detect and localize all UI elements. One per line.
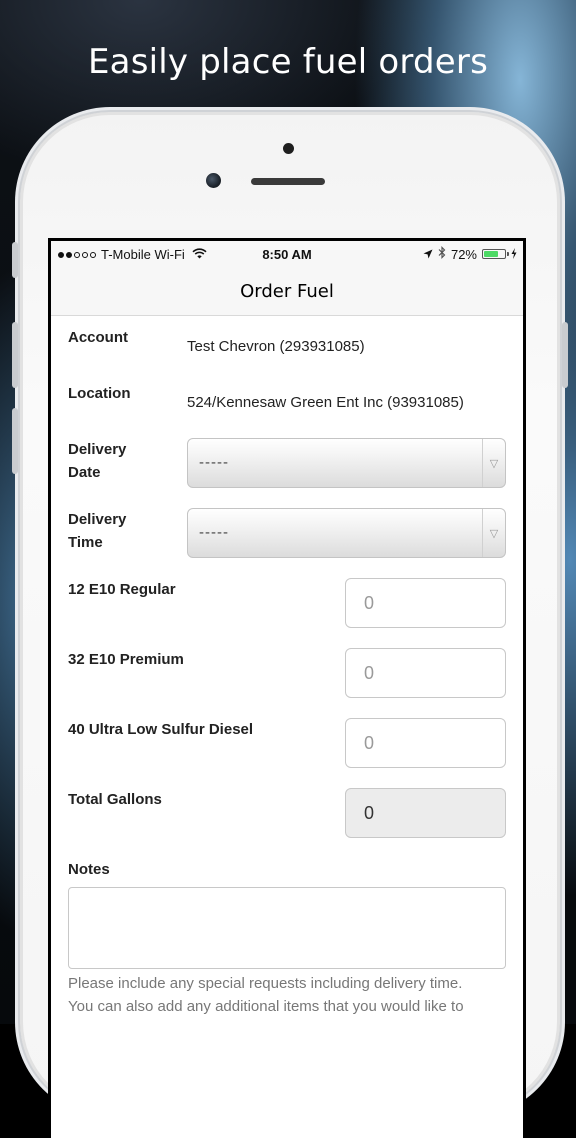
regular-quantity-input[interactable] (345, 578, 506, 628)
earpiece-speaker (251, 178, 325, 185)
premium-quantity-input[interactable] (345, 648, 506, 698)
battery-percent: 72% (450, 246, 477, 262)
chevron-down-icon: ▽ (482, 509, 505, 557)
front-camera (206, 173, 221, 188)
notes-textarea[interactable] (68, 887, 506, 969)
delivery-time-selected: ----- (199, 524, 229, 541)
total-row: Total Gallons 0 (68, 788, 506, 838)
product-row-regular: 12 E10 Regular (68, 578, 506, 628)
power-button (562, 322, 568, 388)
nav-bar: Order Fuel (51, 267, 523, 316)
notes-help-text: Please include any special requests incl… (68, 975, 464, 1015)
delivery-time-select[interactable]: ----- ▽ (187, 508, 506, 558)
status-bar: T-Mobile Wi-Fi 8:50 AM 72% (51, 241, 523, 267)
delivery-date-select[interactable]: ----- ▽ (187, 438, 506, 488)
bluetooth-icon (438, 246, 446, 262)
product-row-premium: 32 E10 Premium (68, 648, 506, 698)
battery-icon (482, 249, 509, 259)
app-view: T-Mobile Wi-Fi 8:50 AM 72% Order Fuel Ac… (51, 241, 523, 1138)
chevron-down-icon: ▽ (482, 439, 505, 487)
product-row-diesel: 40 Ultra Low Sulfur Diesel (68, 718, 506, 768)
account-value: Test Chevron (293931085) (187, 338, 365, 355)
status-right: 72% (423, 246, 517, 262)
promo-headline: Easily place fuel orders (87, 42, 488, 82)
diesel-quantity-input[interactable] (345, 718, 506, 768)
notes-label: Notes (68, 861, 110, 878)
volume-down-button (12, 408, 18, 474)
total-gallons-value: 0 (345, 788, 506, 838)
location-row: Location 524/Kennesaw Green Ent Inc (939… (68, 382, 506, 411)
volume-up-button (12, 322, 18, 388)
phone-frame: T-Mobile Wi-Fi 8:50 AM 72% Order Fuel Ac… (12, 112, 568, 1138)
delivery-time-row: Delivery Time ----- ▽ (68, 508, 506, 558)
page-title: Order Fuel (240, 280, 334, 302)
proximity-sensor (283, 143, 294, 154)
delivery-date-selected: ----- (199, 454, 229, 471)
delivery-date-row: Delivery Date ----- ▽ (68, 438, 506, 488)
location-value: 524/Kennesaw Green Ent Inc (93931085) (187, 394, 464, 411)
notes-row: Notes Please include any special request… (68, 858, 506, 1015)
charging-bolt-icon (511, 247, 517, 262)
mute-switch (12, 242, 18, 278)
location-arrow-icon (423, 247, 433, 262)
phone-screen: T-Mobile Wi-Fi 8:50 AM 72% Order Fuel Ac… (48, 238, 526, 1138)
account-row: Account Test Chevron (293931085) (68, 326, 506, 355)
